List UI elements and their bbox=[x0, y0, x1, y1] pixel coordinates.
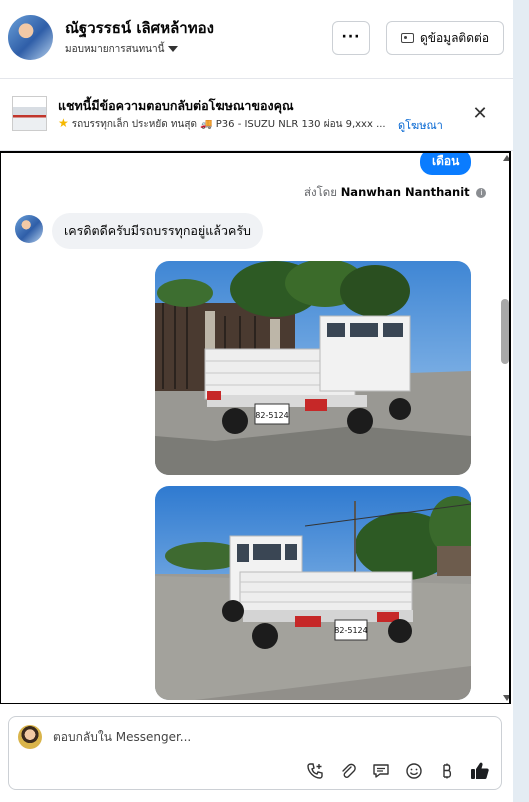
view-contact-label: ดูข้อมูลติดต่อ bbox=[419, 30, 490, 45]
truck-plate-1: 82-5124 bbox=[255, 411, 288, 420]
close-icon[interactable]: ✕ bbox=[470, 104, 490, 124]
sent-by-name: Nanwhan Nanthanit bbox=[340, 185, 470, 199]
thread-scrollbar[interactable] bbox=[500, 155, 509, 703]
contact-card-icon bbox=[400, 33, 414, 43]
baht-payment-icon[interactable] bbox=[436, 761, 458, 781]
view-contact-button[interactable]: ดูข้อมูลติดต่อ bbox=[386, 21, 504, 55]
caret-down-icon bbox=[168, 46, 179, 52]
more-options-button[interactable]: ··· bbox=[332, 21, 370, 55]
conversation-header: ณัฐวรรธน์ เลิศหล้าทอง มอบหมายการสนทนานี้… bbox=[0, 0, 513, 79]
truck-photo-1-image: 82-5124 bbox=[155, 261, 471, 475]
scroll-up-arrow-icon[interactable] bbox=[503, 155, 509, 161]
ad-thumbnail[interactable] bbox=[12, 96, 47, 131]
assign-conversation-dropdown[interactable]: มอบหมายการสนทนานี้ bbox=[65, 42, 179, 57]
view-ad-link[interactable]: ดูโฆษณา bbox=[398, 116, 443, 134]
attachment-icon[interactable] bbox=[337, 761, 359, 781]
sent-by-prefix: ส่งโดย bbox=[304, 185, 338, 199]
truck-plate-2: 82-5124 bbox=[334, 626, 367, 635]
right-edge-strip bbox=[513, 0, 529, 802]
reply-composer bbox=[8, 716, 502, 790]
info-icon[interactable]: i bbox=[476, 188, 487, 198]
composer-toolbar bbox=[304, 761, 491, 781]
like-icon[interactable] bbox=[469, 761, 491, 781]
sent-by-line: ส่งโดย Nanwhan Nanthanit i bbox=[304, 184, 487, 202]
truck-photo-2[interactable]: 82-5124 bbox=[155, 486, 471, 700]
sender-avatar bbox=[15, 215, 43, 243]
scroll-down-arrow-icon[interactable] bbox=[503, 695, 509, 701]
contact-name[interactable]: ณัฐวรรธน์ เลิศหล้าทอง bbox=[65, 16, 214, 40]
emoji-icon[interactable] bbox=[403, 761, 425, 781]
truck-photo-1[interactable]: 82-5124 bbox=[155, 261, 471, 475]
truck-photo-2-image: 82-5124 bbox=[155, 486, 471, 700]
month-label-pill: เดือน bbox=[420, 153, 472, 175]
message-bubble[interactable]: เครดิตดีครับมีรถบรรทุกอยู่แล้วครับ bbox=[52, 213, 263, 249]
ad-banner-title: แชทนี้มีข้อความตอบกลับต่อโฆษณาของคุณ bbox=[58, 98, 294, 113]
reply-input[interactable] bbox=[53, 730, 353, 744]
ad-reply-banner: แชทนี้มีข้อความตอบกลับต่อโฆษณาของคุณ ★ รถ… bbox=[0, 79, 513, 151]
star-icon: ★ bbox=[58, 116, 69, 130]
ad-banner-subtitle: ★ รถบรรทุกเล็ก ประหยัด ทนสุด 🚚 P36 - ISUZ… bbox=[58, 116, 386, 132]
ad-subtitle-text: รถบรรทุกเล็ก ประหยัด ทนสุด 🚚 P36 - ISUZU… bbox=[71, 119, 386, 130]
assign-label: มอบหมายการสนทนานี้ bbox=[65, 44, 165, 55]
message-template-icon[interactable] bbox=[370, 761, 392, 781]
page-avatar bbox=[18, 725, 42, 749]
contact-avatar[interactable] bbox=[8, 15, 53, 60]
scrollbar-thumb[interactable] bbox=[501, 299, 509, 364]
message-thread[interactable]: เดือน ส่งโดย Nanwhan Nanthanit i เครดิตด… bbox=[0, 151, 511, 704]
phone-add-icon[interactable] bbox=[304, 761, 326, 781]
